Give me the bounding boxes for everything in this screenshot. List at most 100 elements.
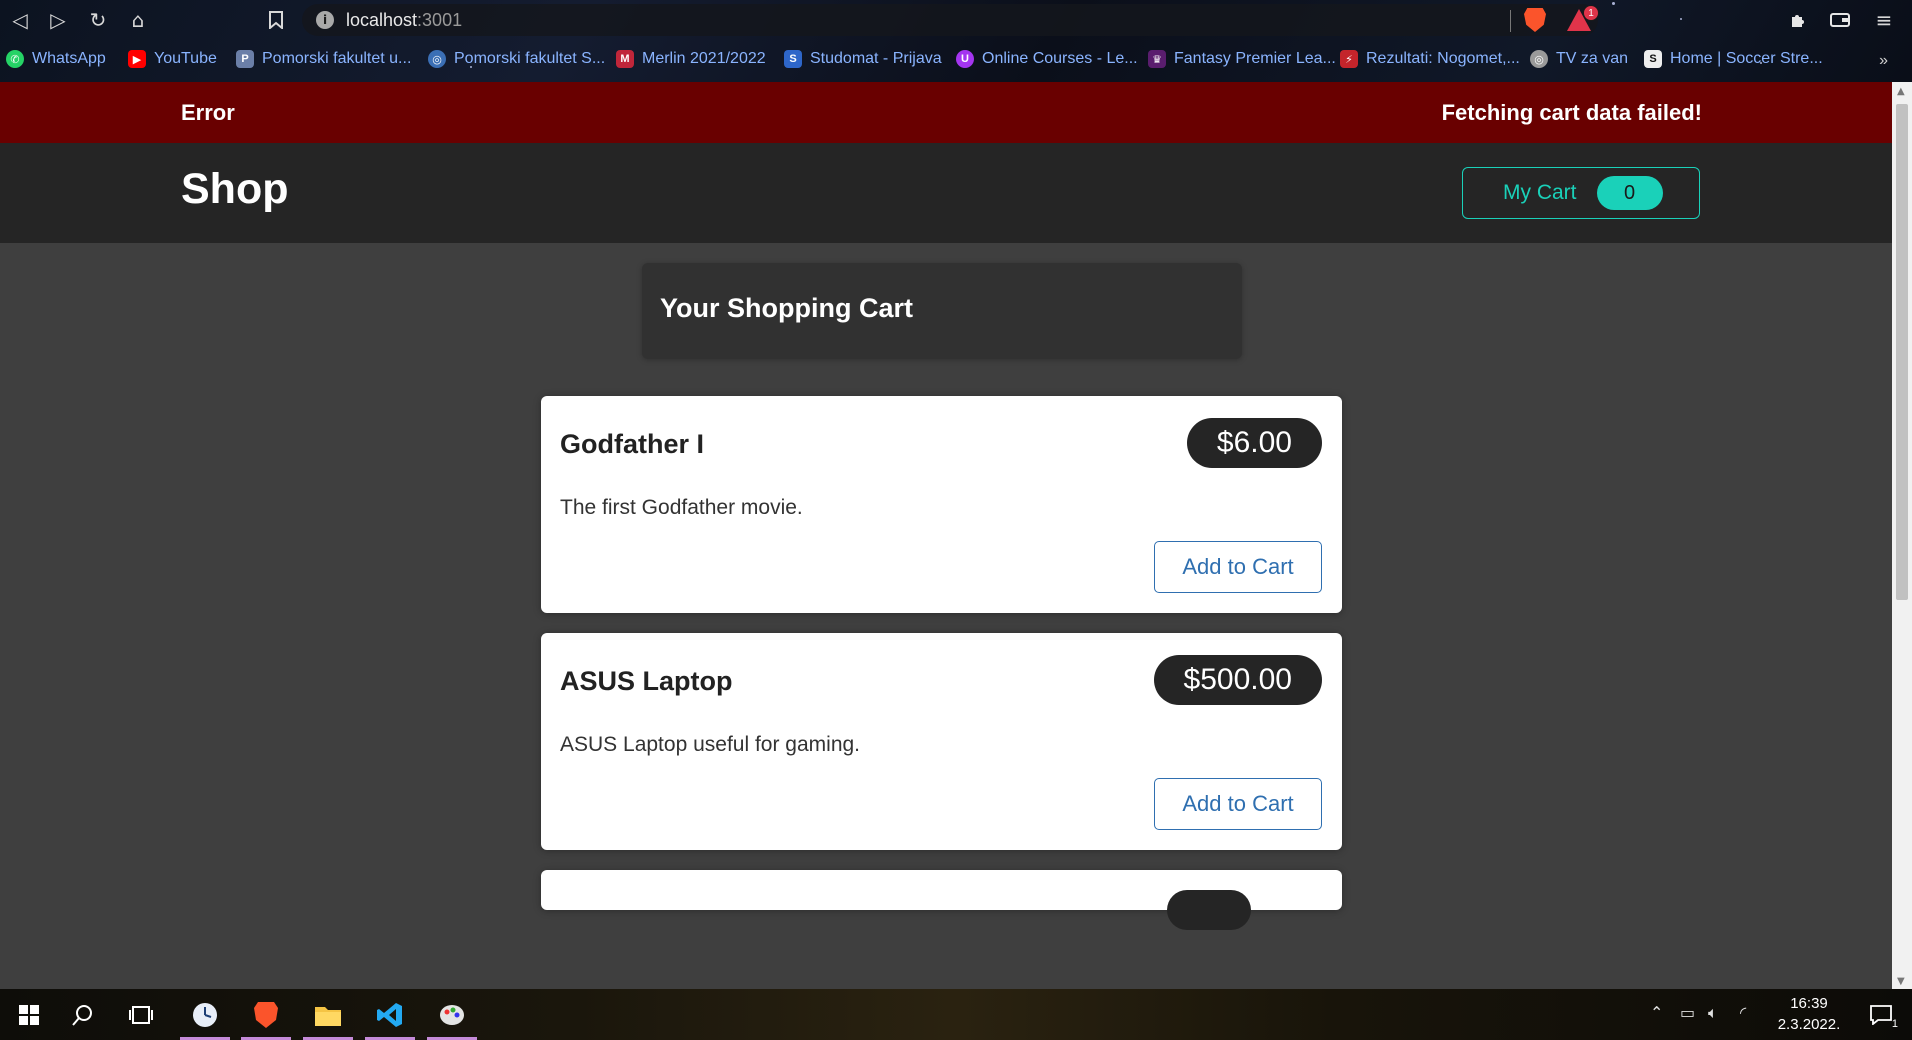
bookmark-pfst-2[interactable]: ◎ Pomorski fakultet S... (428, 48, 605, 70)
vscode-icon (377, 1002, 402, 1027)
product-card-partial (541, 870, 1342, 930)
bookmark-flashscore[interactable]: ⚡ Rezultati: Nogomet,... (1340, 48, 1520, 70)
product-card: ASUS Laptop $500.00 ASUS Laptop useful f… (541, 633, 1342, 850)
site-logo: Shop (181, 165, 289, 213)
bookmark-label: Pomorski fakultet u... (262, 50, 412, 67)
windows-icon (19, 1004, 39, 1025)
page-viewport: Error Fetching cart data failed! Shop My… (0, 82, 1892, 989)
youtube-icon: ▶ (128, 50, 146, 68)
whatsapp-icon: ✆ (6, 50, 24, 68)
cart-title: Your Shopping Cart (660, 293, 913, 323)
action-center-button[interactable]: 1 (1852, 989, 1910, 1040)
forward-icon[interactable]: ▷ (44, 6, 72, 34)
notification-title: Error (181, 99, 235, 125)
merlin-icon: M (616, 50, 634, 68)
browser-toolbar: ◁ ▷ ↻ ⌂ i localhost:3001 1 ≡ (0, 0, 1912, 40)
bookmark-whatsapp[interactable]: ✆ WhatsApp (6, 48, 106, 70)
bookmark-label: YouTube (154, 50, 217, 67)
bookmark-label: Merlin 2021/2022 (642, 50, 766, 67)
bookmark-youtube[interactable]: ▶ YouTube (128, 48, 217, 70)
taskbar-app-explorer[interactable] (299, 989, 357, 1040)
back-icon[interactable]: ◁ (6, 6, 34, 34)
start-button[interactable] (0, 989, 58, 1040)
udemy-icon: U (956, 50, 974, 68)
scrollbar-thumb[interactable] (1896, 104, 1908, 600)
notification-message: Fetching cart data failed! (1441, 99, 1702, 125)
bookmark-studomat[interactable]: S Studomat - Prijava (784, 48, 942, 70)
show-hidden-icons-icon[interactable]: ⌃ (1650, 1003, 1663, 1022)
product-title: Godfather I (560, 429, 705, 459)
product-description: The first Godfather movie. (560, 496, 803, 519)
bookmark-label: Pomorski fakultet S... (454, 50, 606, 67)
clock-date: 2.3.2022. (1777, 1016, 1841, 1033)
bookmark-fantasy-pl[interactable]: ♛ Fantasy Premier Lea... (1148, 48, 1336, 70)
brave-icon (254, 1001, 278, 1028)
folder-icon (315, 1006, 341, 1026)
paint-icon (440, 1004, 464, 1025)
taskbar-app-vscode[interactable] (361, 989, 419, 1040)
globe-icon: ◎ (1530, 50, 1548, 68)
bookmark-icon[interactable] (262, 6, 290, 34)
task-view-icon (129, 1005, 153, 1024)
product-price: $500.00 (1153, 655, 1322, 705)
battery-icon[interactable]: ▭ (1680, 1003, 1695, 1022)
volume-icon[interactable]: 🔈︎ (1708, 1003, 1718, 1023)
bookmarks-overflow-icon[interactable]: » (1879, 52, 1888, 70)
product-description: ASUS Laptop useful for gaming. (560, 733, 861, 756)
product-title: ASUS Laptop (560, 666, 733, 696)
pfst-icon: P (236, 50, 254, 68)
bookmark-label: Fantasy Premier Lea... (1174, 50, 1336, 67)
bookmark-merlin[interactable]: M Merlin 2021/2022 (616, 48, 766, 70)
product-price: $6.00 (1186, 418, 1322, 468)
my-cart-button[interactable]: My Cart 0 (1462, 167, 1700, 219)
notifications-icon (1870, 1004, 1892, 1025)
network-icon[interactable]: ◜ (1740, 1003, 1746, 1022)
add-to-cart-button[interactable]: Add to Cart (1154, 778, 1322, 830)
shopping-cart-panel: Your Shopping Cart (642, 263, 1242, 359)
task-view-button[interactable] (112, 989, 170, 1040)
product-card: Godfather I $6.00 The first Godfather mo… (541, 396, 1342, 613)
browser-chrome: ◁ ▷ ↻ ⌂ i localhost:3001 1 ≡ ✆ WhatsApp … (0, 0, 1912, 82)
taskbar-app-paint[interactable] (423, 989, 481, 1040)
search-button[interactable] (54, 989, 112, 1040)
site-header: Shop My Cart 0 (0, 143, 1892, 243)
studomat-icon: S (784, 50, 802, 68)
notification-count: 1 (1891, 1018, 1898, 1030)
url-port: :3001 (417, 9, 463, 30)
cart-count-badge: 0 (1596, 176, 1663, 210)
flashscore-icon: ⚡ (1340, 50, 1358, 68)
system-clock[interactable]: 16:39 2.3.2022. (1764, 993, 1854, 1035)
extensions-icon[interactable] (1784, 6, 1812, 34)
windows-taskbar: ⌃ ▭ 🔈︎ ◜ 16:39 2.3.2022. 1 (0, 989, 1912, 1040)
scroll-up-icon[interactable]: ▲ (1897, 86, 1905, 97)
bookmark-pfst-1[interactable]: P Pomorski fakultet u... (236, 48, 411, 70)
bookmark-tv-za-van[interactable]: ◎ TV za van (1530, 48, 1628, 70)
soccer-streams-icon: S (1644, 50, 1662, 68)
premier-league-icon: ♛ (1148, 50, 1166, 68)
clock-app-icon (193, 1002, 217, 1027)
taskbar-app-clock[interactable] (176, 989, 234, 1040)
taskbar-app-brave[interactable] (237, 989, 295, 1040)
bookmark-label: Online Courses - Le... (982, 50, 1138, 67)
bookmark-label: Home | Soccer Stre... (1670, 50, 1823, 67)
home-icon[interactable]: ⌂ (124, 6, 152, 34)
add-to-cart-button[interactable]: Add to Cart (1154, 541, 1322, 593)
bookmark-label: WhatsApp (32, 50, 106, 67)
clock-time: 16:39 (1790, 995, 1828, 1012)
site-info-icon[interactable]: i (316, 11, 334, 29)
bookmark-udemy[interactable]: U Online Courses - Le... (956, 48, 1138, 70)
reload-icon[interactable]: ↻ (84, 6, 112, 34)
globe-icon: ◎ (428, 50, 446, 68)
wallet-icon[interactable] (1826, 6, 1854, 34)
scroll-down-icon[interactable]: ▼ (1897, 976, 1905, 987)
page-scrollbar[interactable]: ▲ ▼ (1892, 82, 1912, 989)
bookmarks-bar: ✆ WhatsApp ▶ YouTube P Pomorski fakultet… (0, 44, 1912, 74)
cart-button-label: My Cart (1503, 181, 1577, 204)
bookmark-label: Studomat - Prijava (810, 50, 942, 67)
address-bar[interactable]: i localhost:3001 (302, 4, 1598, 36)
bookmark-label: TV za van (1556, 50, 1629, 67)
menu-icon[interactable]: ≡ (1870, 6, 1898, 34)
url-separator (1510, 10, 1511, 32)
bookmark-soccer-streams[interactable]: S Home | Soccer Stre... (1644, 48, 1823, 70)
url-host: localhost (346, 9, 418, 30)
